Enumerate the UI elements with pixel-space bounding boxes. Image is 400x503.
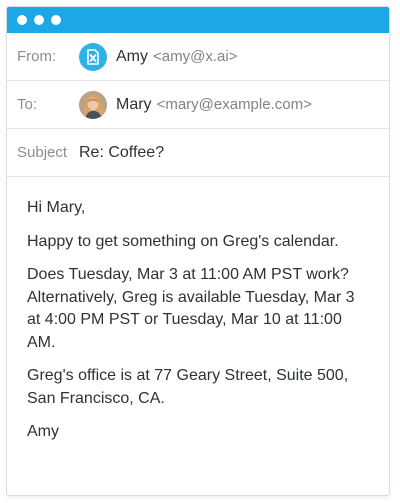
email-body[interactable]: Hi Mary, Happy to get something on Greg'… <box>7 177 389 444</box>
window-dot-icon[interactable] <box>17 15 27 25</box>
to-row: To: Mary <mary@example.com> <box>7 81 389 129</box>
body-paragraph: Greg's office is at 77 Geary Street, Sui… <box>27 367 349 407</box>
subject-value[interactable]: Re: Coffee? <box>79 144 164 162</box>
body-paragraph: Does Tuesday, Mar 3 at 11:00 AM PST work… <box>27 266 355 351</box>
window-dot-icon[interactable] <box>34 15 44 25</box>
subject-row: Subject Re: Coffee? <box>7 129 389 177</box>
sender-email: <amy@x.ai> <box>153 48 238 65</box>
window-dot-icon[interactable] <box>51 15 61 25</box>
recipient-email: <mary@example.com> <box>156 96 312 113</box>
greeting: Hi Mary, <box>27 199 86 216</box>
window-titlebar <box>7 7 389 33</box>
body-paragraph: Happy to get something on Greg's calenda… <box>27 232 339 250</box>
subject-label: Subject <box>17 144 68 161</box>
signature: Amy <box>27 423 59 440</box>
recipient-name: Mary <box>116 95 152 113</box>
from-row: From: Amy <amy@x.ai> <box>7 33 389 81</box>
from-label: From: <box>17 48 57 65</box>
email-window: From: Amy <amy@x.ai> To: Mary <mary@exam… <box>6 6 390 496</box>
sender-name: Amy <box>116 47 148 65</box>
x-ai-logo-icon <box>79 42 107 71</box>
user-photo-avatar <box>79 90 107 119</box>
to-label: To: <box>17 96 38 113</box>
